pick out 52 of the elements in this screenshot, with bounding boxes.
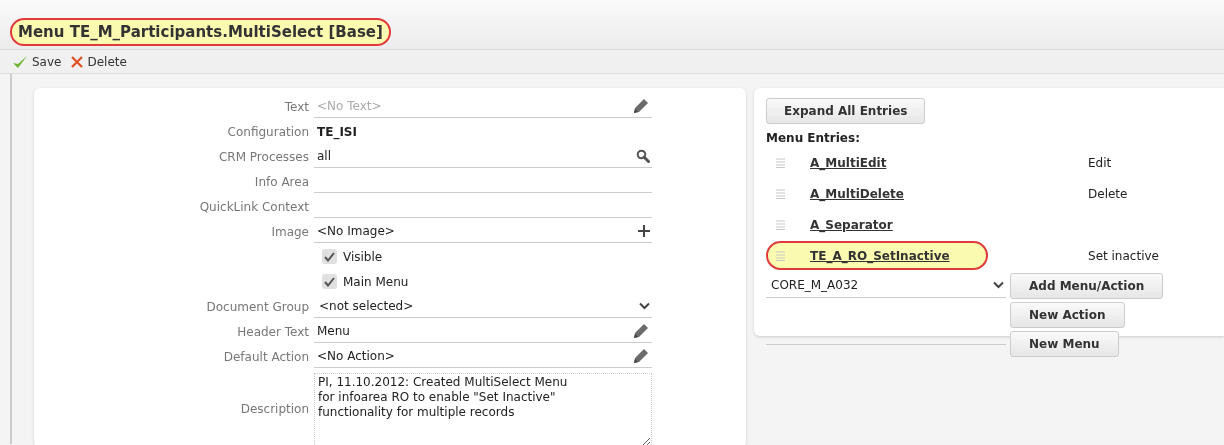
menu-entry-link[interactable]: A_MultiDelete <box>810 186 904 201</box>
input-field[interactable]: <No Image> <box>314 220 652 243</box>
field-label: Info Area <box>254 174 309 189</box>
checkbox[interactable] <box>322 249 337 264</box>
field-label: Text <box>284 99 309 114</box>
checkbox[interactable] <box>322 274 337 289</box>
edit-icon[interactable] <box>632 322 650 340</box>
add-icon[interactable] <box>638 225 650 237</box>
dropdown[interactable]: <not selected> <box>314 295 652 318</box>
action-button[interactable]: New Menu <box>1010 331 1119 357</box>
description-field[interactable]: PI, 11.10.2012: Created MultiSelect Menu for infoarea RO to enable "Set Inactive" functionality for multiple records <box>314 373 652 445</box>
drag-handle-icon[interactable] <box>776 188 785 199</box>
chevron-down-icon[interactable] <box>993 281 1004 289</box>
checkmark-icon <box>12 54 28 69</box>
field-label: Document Group <box>206 299 309 314</box>
search-icon[interactable] <box>636 149 650 163</box>
save-button[interactable]: Save <box>12 54 62 69</box>
configuration-value: TE_ISI <box>316 124 357 139</box>
field-label: Configuration <box>227 124 309 139</box>
field-label: Image <box>271 224 309 239</box>
input-field[interactable]: <No Action> <box>314 345 652 368</box>
input-field[interactable]: all <box>314 145 652 168</box>
section-heading: Menu Entries: <box>766 131 861 145</box>
cross-icon <box>71 55 84 68</box>
edit-icon[interactable] <box>632 97 650 115</box>
entry-action: Edit <box>1088 155 1112 170</box>
action-button[interactable]: Add Menu/Action <box>1010 273 1164 299</box>
edit-icon[interactable] <box>632 347 650 365</box>
action-button[interactable]: New Action <box>1010 302 1125 328</box>
input-field[interactable]: Menu <box>314 320 652 343</box>
drag-handle-icon[interactable] <box>776 250 785 261</box>
entry-action: Set inactive <box>1088 248 1159 263</box>
field-label: Default Action <box>223 349 309 364</box>
menu-entry-link[interactable]: TE_A_RO_SetInactive <box>810 248 950 263</box>
checkbox-label: Main Menu <box>343 274 409 289</box>
menu-entry-link[interactable]: A_Separator <box>810 217 893 232</box>
chevron-down-icon[interactable] <box>639 302 650 310</box>
checkmark-icon <box>324 251 335 262</box>
entry-action: Delete <box>1088 186 1128 201</box>
drag-handle-icon[interactable] <box>776 219 785 230</box>
field-label: CRM Processes <box>218 149 309 164</box>
expand-all-button[interactable]: Expand All Entries <box>766 98 926 124</box>
field-label: Header Text <box>237 324 309 339</box>
drag-handle-icon[interactable] <box>776 157 785 168</box>
checkmark-icon <box>324 276 335 287</box>
field-label: QuickLink Context <box>199 199 309 214</box>
field-label: Description <box>240 402 309 416</box>
delete-button[interactable]: Delete <box>71 54 127 69</box>
dropdown[interactable]: CORE_M_A032 <box>766 273 1006 298</box>
checkbox-label: Visible <box>343 249 383 264</box>
window-title: Menu TE_M_Participants.MultiSelect [Base] <box>10 18 391 46</box>
menu-entry-link[interactable]: A_MultiEdit <box>810 155 887 170</box>
